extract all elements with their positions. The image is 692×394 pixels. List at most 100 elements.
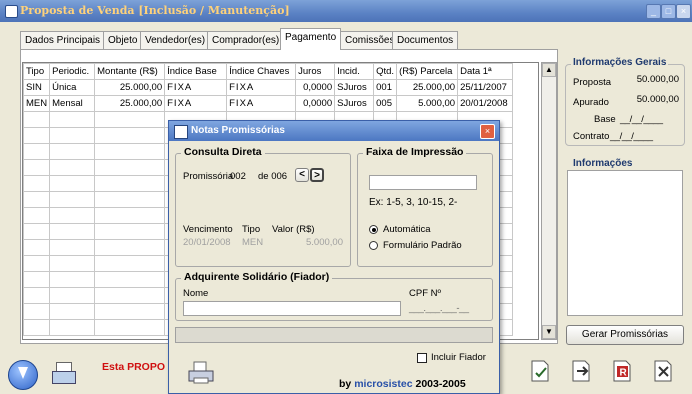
close-button[interactable]: × xyxy=(676,4,691,19)
col-data[interactable]: Data 1ª xyxy=(457,63,514,80)
minimize-button[interactable]: _ xyxy=(646,4,661,19)
cell-montante[interactable]: 25.000,00 xyxy=(94,79,166,96)
empty-cell xyxy=(94,287,166,304)
tab-documentos[interactable]: Documentos xyxy=(392,31,459,49)
consulta-direta-title: Consulta Direta xyxy=(181,146,265,158)
empty-cell xyxy=(94,271,166,288)
title-bar: Proposta de Venda [Inclusão / Manutenção… xyxy=(0,0,692,22)
dialog-title-bar: Notas Promissórias × xyxy=(169,121,499,141)
down-arrow-icon[interactable] xyxy=(8,360,38,390)
cell-indice-base[interactable]: FIXA xyxy=(164,95,228,112)
window-title: Proposta de Venda [Inclusão / Manutenção… xyxy=(20,4,290,17)
dialog-close-button[interactable]: × xyxy=(480,124,495,139)
cell-data[interactable]: 20/01/2008 xyxy=(457,95,514,112)
radio-automatica[interactable] xyxy=(369,225,378,234)
dialog-printer-icon[interactable] xyxy=(187,361,215,385)
cell-periodic[interactable]: Única xyxy=(49,79,96,96)
tab-pagamento[interactable]: Pagamento xyxy=(280,28,342,50)
radio-formulario-padrao[interactable] xyxy=(369,241,378,250)
tab-compradores[interactable]: Comprador(es) xyxy=(207,31,285,49)
empty-cell xyxy=(49,223,96,240)
cell-qtd[interactable]: 001 xyxy=(373,79,398,96)
tab-objeto[interactable]: Objeto xyxy=(103,31,143,49)
cell-juros[interactable]: 0,0000 xyxy=(295,95,336,112)
promissoria-label: Promissória xyxy=(183,171,234,182)
doc-arrow-icon[interactable] xyxy=(569,358,595,384)
valor-label: Valor (R$) xyxy=(272,224,315,235)
col-incid[interactable]: Incid. xyxy=(334,63,375,80)
incluir-fiador-checkbox[interactable] xyxy=(417,353,427,363)
faixa-example: Ex: 1-5, 3, 10-15, 2- xyxy=(369,197,458,208)
prev-promissoria-button[interactable]: < xyxy=(295,168,309,182)
col-periodic[interactable]: Periodic. xyxy=(49,63,96,80)
empty-cell xyxy=(49,319,96,336)
empty-cell xyxy=(94,111,166,128)
col-parcela[interactable]: (R$) Parcela xyxy=(396,63,459,80)
col-juros[interactable]: Juros xyxy=(295,63,336,80)
empty-cell xyxy=(49,175,96,192)
app-icon xyxy=(5,5,18,18)
cell-tipo[interactable]: SIN xyxy=(23,79,51,96)
printer-icon[interactable] xyxy=(50,360,78,388)
doc-x-icon[interactable] xyxy=(651,358,677,384)
gerar-promissorias-button[interactable]: Gerar Promissórias xyxy=(566,325,684,345)
faixa-impressao-title: Faixa de Impressão xyxy=(363,146,467,158)
table-row[interactable]: MEN Mensal 25.000,00 FIXA FIXA 0,0000 SJ… xyxy=(23,95,514,112)
base-label: Base xyxy=(594,114,616,125)
informacoes-textarea[interactable] xyxy=(567,170,683,316)
col-indice-chaves[interactable]: Índice Chaves xyxy=(226,63,297,80)
doc-r-icon[interactable]: R xyxy=(610,358,636,384)
col-indice-base[interactable]: Índice Base xyxy=(164,63,228,80)
col-montante[interactable]: Montante (R$) xyxy=(94,63,166,80)
cell-incid[interactable]: SJuros xyxy=(334,79,375,96)
empty-cell xyxy=(94,239,166,256)
tab-vendedores[interactable]: Vendedor(es) xyxy=(140,31,211,49)
faixa-input[interactable] xyxy=(369,175,477,190)
valor-value: 5.000,00 xyxy=(306,237,343,248)
col-qtd[interactable]: Qtd. xyxy=(373,63,398,80)
adquirente-title: Adquirente Solidário (Fiador) xyxy=(181,271,333,283)
empty-cell xyxy=(23,239,51,256)
cell-indice-base[interactable]: FIXA xyxy=(164,79,228,96)
vencimento-label: Vencimento xyxy=(183,224,233,235)
table-row[interactable]: SIN Única 25.000,00 FIXA FIXA 0,0000 SJu… xyxy=(23,79,514,96)
cell-parcela[interactable]: 5.000,00 xyxy=(396,95,459,112)
cell-indice-chaves[interactable]: FIXA xyxy=(226,79,297,96)
scroll-down-icon[interactable]: ▼ xyxy=(542,325,556,339)
table-scrollbar[interactable]: ▲ ▼ xyxy=(541,62,557,340)
cell-incid[interactable]: SJuros xyxy=(334,95,375,112)
tab-comissoes[interactable]: Comissões xyxy=(340,31,400,49)
col-tipo[interactable]: Tipo xyxy=(23,63,51,80)
empty-cell xyxy=(23,271,51,288)
cpf-input[interactable]: ___.___.___-__ xyxy=(409,303,469,314)
cell-periodic[interactable]: Mensal xyxy=(49,95,96,112)
tab-dados-principais[interactable]: Dados Principais xyxy=(20,31,106,49)
cell-juros[interactable]: 0,0000 xyxy=(295,79,336,96)
tipo-value: MEN xyxy=(242,237,264,248)
empty-cell xyxy=(49,271,96,288)
maximize-button[interactable]: □ xyxy=(661,4,676,19)
contrato-label: Contrato xyxy=(573,131,610,142)
nome-input[interactable] xyxy=(183,301,401,316)
cell-indice-chaves[interactable]: FIXA xyxy=(226,95,297,112)
cell-tipo[interactable]: MEN xyxy=(23,95,51,112)
cell-montante[interactable]: 25.000,00 xyxy=(94,95,166,112)
empty-cell xyxy=(94,303,166,320)
apurado-value: 50.000,00 xyxy=(636,94,679,105)
empty-cell xyxy=(23,127,51,144)
cell-qtd[interactable]: 005 xyxy=(373,95,398,112)
scroll-up-icon[interactable]: ▲ xyxy=(542,63,556,77)
empty-cell xyxy=(94,175,166,192)
empty-cell xyxy=(23,111,51,128)
cell-parcela[interactable]: 25.000,00 xyxy=(396,79,459,96)
doc-check-icon[interactable] xyxy=(528,358,554,384)
info-gerais-title: Informações Gerais xyxy=(571,57,669,68)
footer-years: 2003-2005 xyxy=(415,378,466,390)
empty-cell xyxy=(49,111,96,128)
cell-data[interactable]: 25/11/2007 xyxy=(457,79,514,96)
next-promissoria-button[interactable]: > xyxy=(310,168,324,182)
contrato-date[interactable]: __/__/____ xyxy=(610,131,653,142)
tipo-label: Tipo xyxy=(242,224,261,235)
empty-cell xyxy=(23,303,51,320)
base-date[interactable]: __/__/____ xyxy=(620,114,663,125)
